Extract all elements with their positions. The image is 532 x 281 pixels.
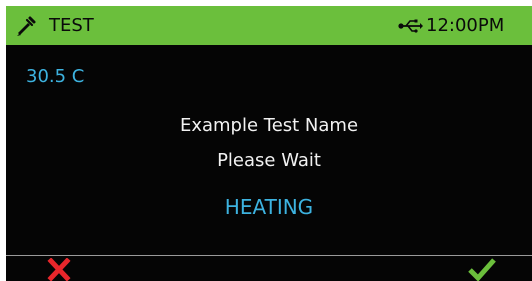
heating-status: HEATING xyxy=(224,195,314,219)
usb-icon xyxy=(397,17,423,35)
clock: 12:00PM xyxy=(426,15,505,36)
temperature-readout: 30.5 C xyxy=(26,66,85,87)
test-name: Example Test Name xyxy=(179,115,359,136)
cancel-button[interactable] xyxy=(44,258,74,281)
app-title: TEST xyxy=(49,15,94,36)
check-icon xyxy=(464,256,498,281)
footer-divider xyxy=(6,255,532,256)
confirm-button[interactable] xyxy=(464,256,498,281)
test-tube-icon xyxy=(14,14,38,38)
screen: TEST 12:00PM 30.5 C Example Test Name Pl… xyxy=(6,6,532,281)
close-icon xyxy=(44,258,74,281)
status-message: Please Wait xyxy=(217,150,321,171)
device-frame: TEST 12:00PM 30.5 C Example Test Name Pl… xyxy=(0,0,532,281)
status-bar: TEST 12:00PM xyxy=(6,6,532,45)
